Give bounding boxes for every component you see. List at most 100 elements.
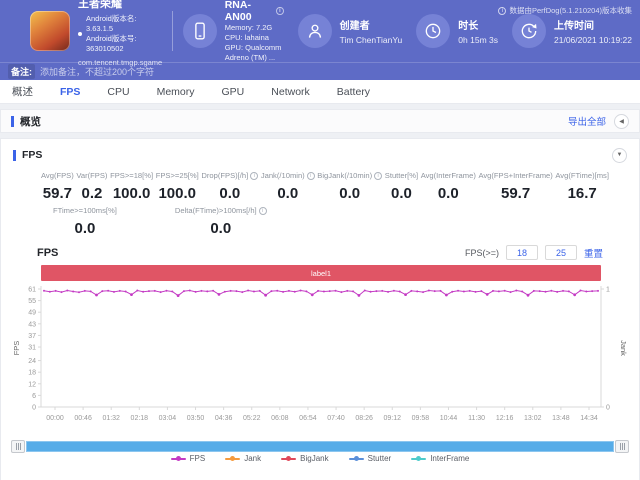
stat-value: 0.0 [391, 185, 412, 202]
svg-text:00:00: 00:00 [46, 415, 64, 422]
stat: BigJank(/10min) i 0.0 [317, 171, 383, 202]
game-app-icon [30, 11, 70, 51]
upload-time-icon [512, 14, 546, 48]
upload-time-label: 上传时间 [554, 21, 594, 32]
tab-CPU[interactable]: CPU [107, 86, 129, 98]
svg-text:01:32: 01:32 [102, 415, 120, 422]
duration-clock-icon [416, 14, 451, 48]
svg-text:14:34: 14:34 [580, 415, 598, 422]
fps-threshold-input-2[interactable] [544, 245, 577, 260]
device-info-icon[interactable]: i [276, 7, 284, 15]
report-header: i 数据由PerfDog(5.1.210204)版本收集 王者荣耀 Androi… [0, 0, 640, 67]
threshold-reset-link[interactable]: 重置 [584, 246, 603, 260]
svg-text:04:36: 04:36 [215, 415, 233, 422]
stat: FTime>=100ms[%] 0.0 [53, 206, 117, 237]
svg-text:03:04: 03:04 [159, 415, 177, 422]
svg-text:Jank: Jank [619, 340, 627, 356]
stat-value: 0.0 [339, 185, 361, 202]
chart-legend: FPS Jank BigJank Stutter InterFrame [1, 454, 639, 463]
svg-text:61: 61 [28, 287, 36, 294]
creator-label: 创建者 [339, 21, 370, 32]
info-icon[interactable]: i [250, 171, 259, 180]
annotation-label: label1 [310, 268, 332, 278]
svg-text:6: 6 [32, 393, 36, 400]
svg-text:24: 24 [28, 358, 36, 365]
stat-label: Delta(FTime)>100ms[/h] i [175, 206, 267, 215]
info-icon[interactable]: i [258, 206, 267, 215]
legend-label: Stutter [367, 454, 392, 463]
phone-icon [182, 14, 217, 48]
legend-label: Jank [244, 454, 262, 463]
svg-text:43: 43 [28, 321, 36, 328]
overview-title: 概览 [20, 115, 41, 128]
stat-value: 0.0 [74, 220, 96, 237]
legend-item-Stutter[interactable]: Stutter [348, 454, 392, 463]
svg-text:0: 0 [32, 405, 36, 412]
slider-left-handle[interactable] [11, 440, 25, 453]
overview-collapse-button[interactable]: ◀ [614, 113, 629, 129]
svg-text:13:02: 13:02 [524, 415, 542, 422]
export-all-link[interactable]: 导出全部 [568, 114, 606, 128]
stat: FPS>=18[%] 100.0 [110, 171, 153, 202]
tab-FPS[interactable]: FPS [60, 86, 80, 98]
fps-panel-title: FPS [22, 149, 43, 161]
device-gpu: GPU: Qualcomm Adreno (TM) ... [224, 43, 282, 62]
tab-Battery[interactable]: Battery [337, 86, 370, 98]
stat: Drop(FPS)[/h] i 0.0 [201, 171, 259, 202]
svg-text:13:48: 13:48 [552, 415, 570, 422]
tab-Memory[interactable]: Memory [157, 86, 195, 98]
legend-label: InterFrame [430, 454, 470, 463]
legend-item-BigJank[interactable]: BigJank [281, 454, 329, 463]
bullet-dot [78, 32, 82, 36]
duration-value: 0h 15m 3s [458, 35, 498, 45]
svg-text:02:18: 02:18 [131, 415, 149, 422]
stat: Avg(InterFrame) 0.0 [421, 171, 476, 202]
stat-value: 59.7 [501, 185, 531, 202]
stat-label: Avg(FTime)[ms] [555, 171, 609, 180]
overview-bar: 概览 导出全部 ◀ [0, 109, 640, 133]
legend-marker [348, 456, 364, 461]
stat: Jank(/10min) i 0.0 [261, 171, 315, 202]
stat: Stutter[%] 0.0 [385, 171, 418, 202]
stat-value: 100.0 [112, 185, 151, 202]
svg-text:12:16: 12:16 [496, 415, 514, 422]
tab-Network[interactable]: Network [271, 86, 310, 98]
info-icon[interactable]: i [374, 171, 383, 180]
duration-label: 时长 [458, 21, 479, 32]
legend-item-InterFrame[interactable]: InterFrame [411, 454, 469, 463]
note-label: 备注: [8, 64, 35, 79]
section-accent-bar [13, 149, 16, 161]
stat-label: FPS>=25[%] [155, 171, 199, 180]
legend-item-FPS[interactable]: FPS [170, 454, 206, 463]
slider-right-handle[interactable] [615, 440, 629, 453]
stat-label: Jank(/10min) i [261, 171, 315, 180]
legend-label: BigJank [300, 454, 329, 463]
slider-track[interactable] [26, 441, 614, 452]
stat: Avg(FTime)[ms] 16.7 [555, 171, 609, 202]
legend-label: FPS [189, 454, 206, 463]
fps-panel: FPS ▼ Avg(FPS) 59.7 Var(FPS) 0.2 FPS>=18[%] 1… [0, 138, 640, 480]
source-note-text: 数据由PerfDog(5.1.210204)版本收集 [509, 6, 632, 15]
stat-value: 0.2 [81, 185, 103, 202]
svg-text:37: 37 [28, 333, 36, 340]
legend-item-Jank[interactable]: Jank [225, 454, 261, 463]
svg-text:18: 18 [28, 370, 36, 377]
tab-概述[interactable]: 概述 [12, 84, 33, 99]
chart-annotation-band: label1 [41, 265, 601, 281]
fps-threshold-input-1[interactable] [505, 245, 538, 260]
stat: Avg(FPS) 59.7 [41, 171, 74, 202]
svg-text:00:46: 00:46 [74, 415, 92, 422]
svg-text:49: 49 [28, 310, 36, 317]
info-icon[interactable]: i [306, 171, 315, 180]
tab-GPU[interactable]: GPU [222, 86, 245, 98]
fps-collapse-button[interactable]: ▼ [612, 147, 627, 163]
game-title: 王者荣耀 [78, 0, 122, 10]
svg-text:07:40: 07:40 [327, 415, 345, 422]
creator-value: Tim ChenTianYu [339, 35, 403, 45]
section-accent-bar [11, 115, 14, 127]
fps-line-chart-plot[interactable]: 61 55 49 43 37 31 24 18 12 6 0 1 0 FPS Jank 00:00 00:46 0… [11, 283, 628, 433]
stat-value: 100.0 [158, 185, 197, 202]
device-model: RNA-AN00 [224, 0, 252, 23]
svg-text:11:30: 11:30 [468, 415, 485, 422]
upload-time-value: 21/06/2021 10:19:22 [554, 35, 632, 45]
